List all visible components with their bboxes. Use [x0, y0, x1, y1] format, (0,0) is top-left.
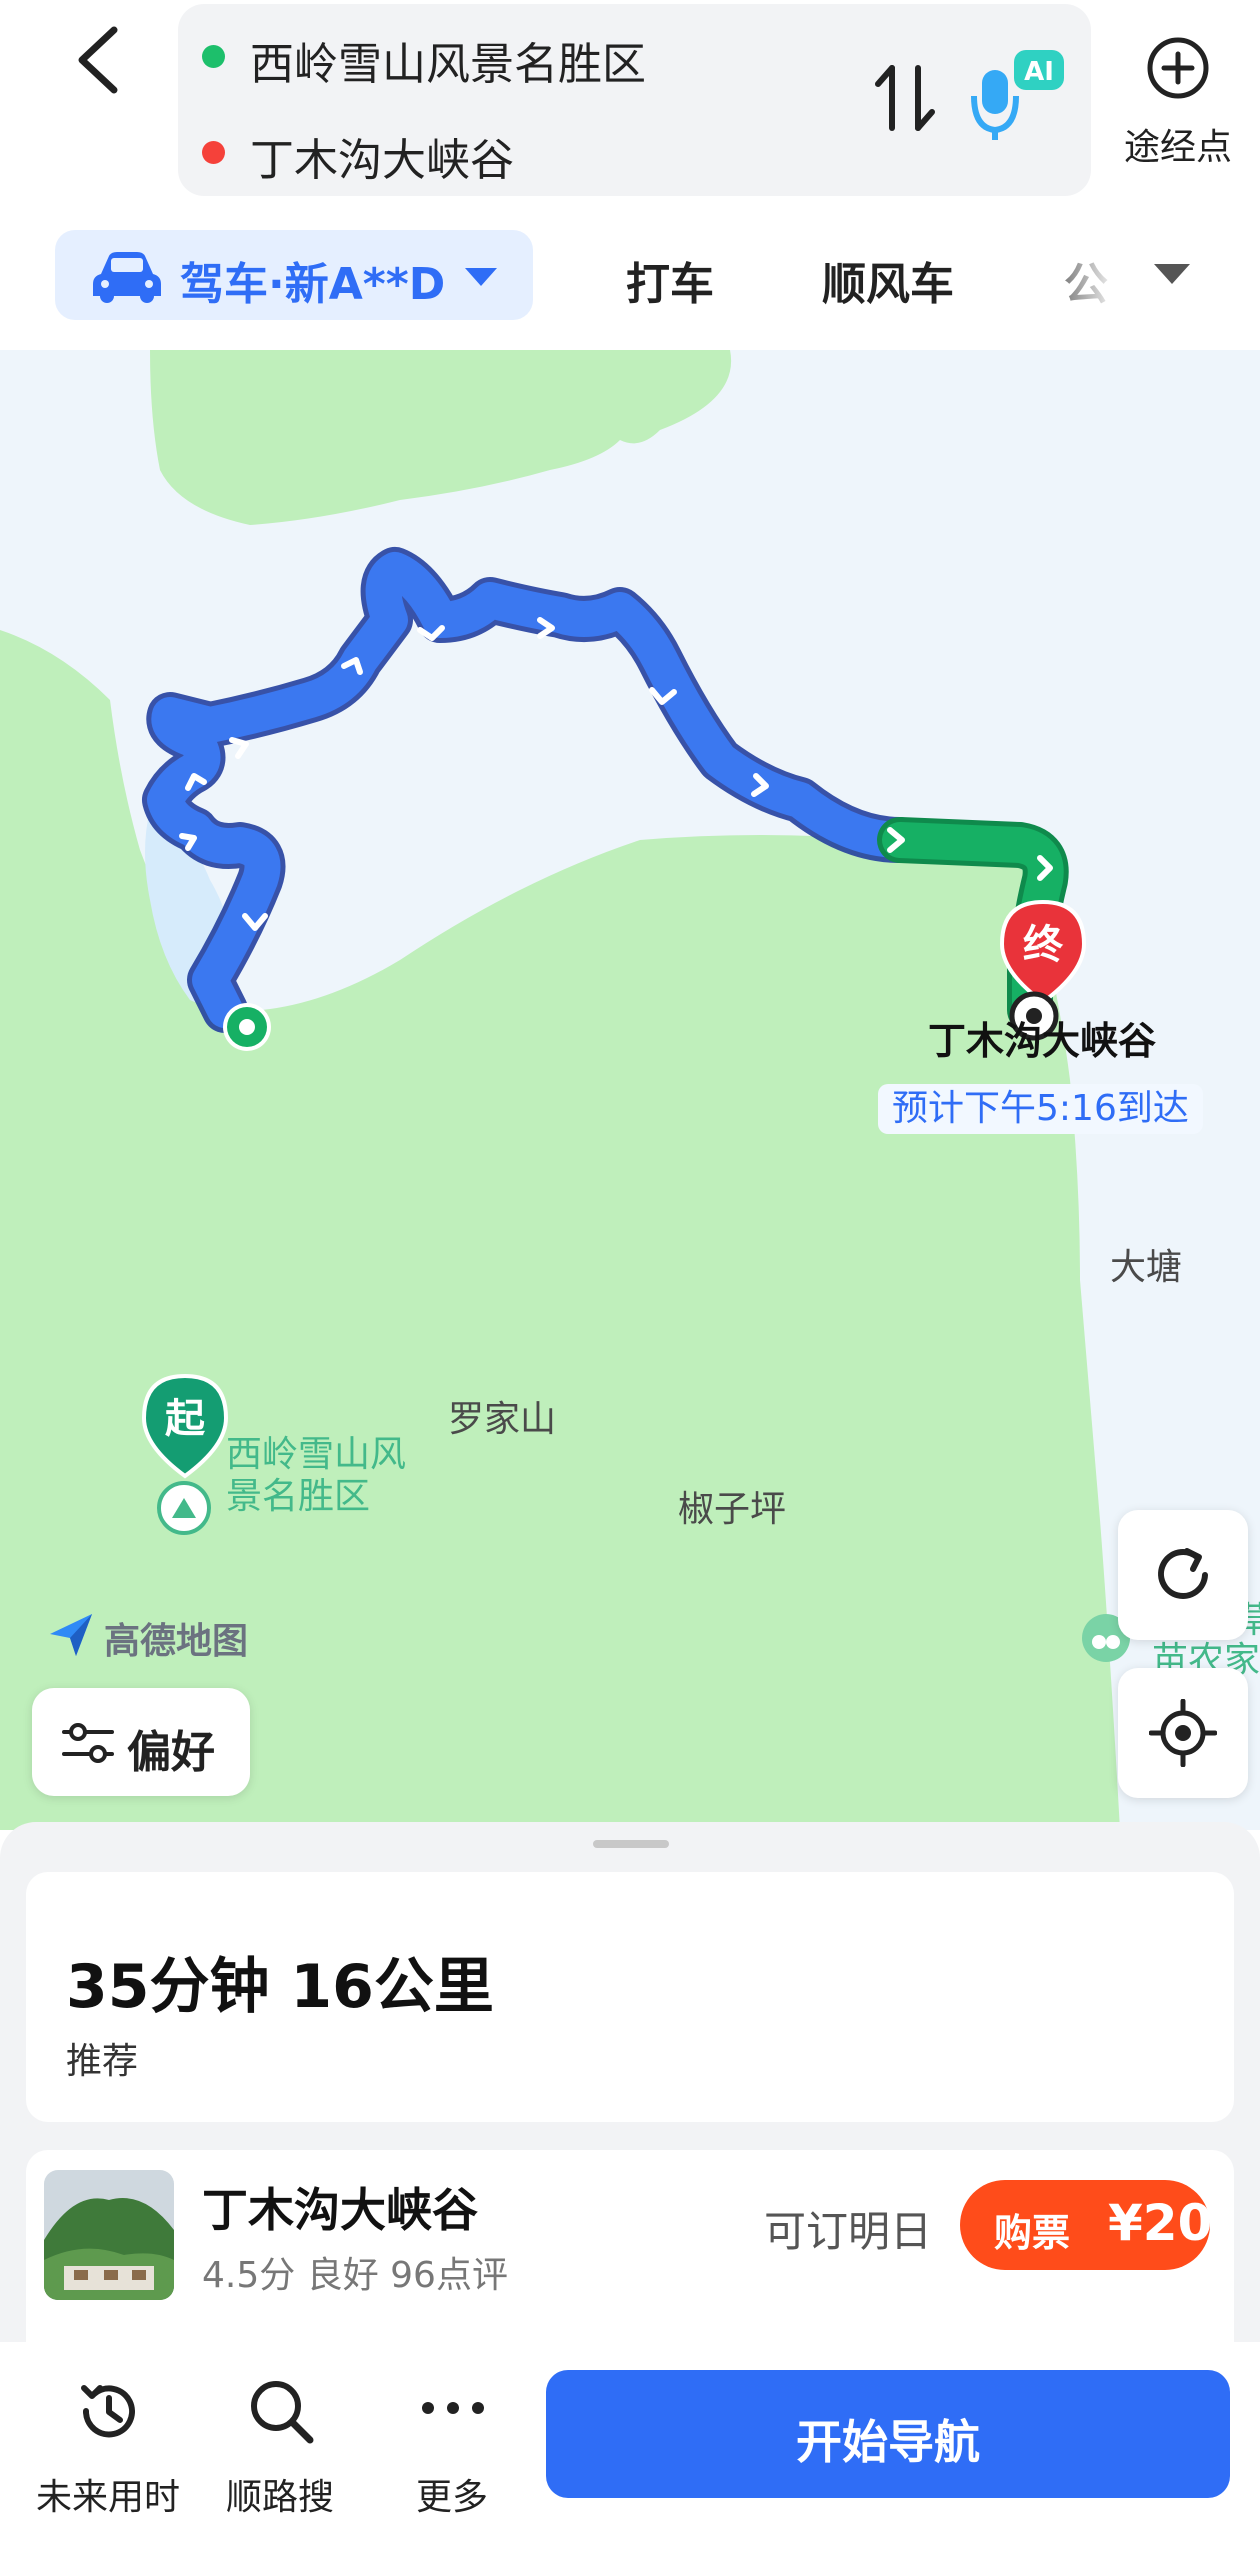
- scenic-spot-icon: [157, 1481, 211, 1535]
- destination-pin-label: 终: [1023, 922, 1064, 968]
- route-time-distance: 35分钟 16公里: [66, 1952, 494, 2022]
- search-icon: [251, 2381, 314, 2444]
- refresh-route-button[interactable]: [1118, 1510, 1248, 1640]
- start-pin-label: 起: [165, 1396, 206, 1442]
- start-navigation-label: 开始导航: [796, 2415, 980, 2469]
- buy-ticket-button[interactable]: 购票 ¥20: [960, 2180, 1213, 2270]
- clock-history-icon: [81, 2385, 135, 2438]
- tab-drive[interactable]: 驾车·新A**D: [55, 230, 533, 320]
- microphone-icon: AI: [971, 50, 1064, 140]
- amap-logo-icon: [50, 1614, 92, 1656]
- search-along-route-button[interactable]: 顺路搜: [200, 2368, 360, 2518]
- route-header: 西岭雪山风景名胜区 丁木沟大峡谷 AI 途经点 驾车·新A**D 打车 顺风车: [0, 0, 1260, 350]
- origin-field[interactable]: 西岭雪山风景名胜区: [250, 28, 646, 92]
- tab-carpool[interactable]: 顺风车: [822, 248, 954, 312]
- sheet-drag-handle[interactable]: [593, 1840, 669, 1848]
- start-pin-icon[interactable]: 起: [140, 1372, 230, 1484]
- future-time-label: 未来用时: [35, 2477, 180, 2518]
- destination-poi-card[interactable]: 丁木沟大峡谷 4.5分 良好 96点评 可订明日 购票 ¥20: [26, 2150, 1234, 2350]
- poi-name: 丁木沟大峡谷: [202, 2183, 478, 2237]
- start-navigation-button[interactable]: 开始导航: [546, 2370, 1230, 2498]
- route-start-dot-icon: [223, 1003, 271, 1051]
- back-button[interactable]: [60, 20, 140, 100]
- locate-me-button[interactable]: [1118, 1668, 1248, 1798]
- poi-booking-note: 可订明日: [764, 2207, 933, 2256]
- car-icon: [93, 252, 161, 303]
- more-label: 更多: [415, 2477, 488, 2518]
- tab-drive-label: 驾车·新A**D: [180, 259, 446, 310]
- bottom-toolbar: 未来用时 顺路搜 更多 开始导航: [0, 2344, 1260, 2554]
- more-modes-caret-icon[interactable]: [1152, 262, 1192, 286]
- future-time-button[interactable]: 未来用时: [28, 2368, 188, 2518]
- route-map[interactable]: 终 丁木沟大峡谷 预计下午5:16到达 大塘 罗家山 椒子坪 起 西岭雪山风 景…: [0, 350, 1260, 1830]
- destination-field[interactable]: 丁木沟大峡谷: [250, 124, 514, 188]
- ticket-price: ¥20: [1108, 2194, 1213, 2252]
- search-along-route-label: 顺路搜: [225, 2477, 334, 2518]
- add-waypoint-button[interactable]: 途经点: [1108, 30, 1248, 170]
- poi-thumbnail: [44, 2170, 174, 2300]
- locate-icon: [1149, 1699, 1217, 1767]
- start-map-label-line1: 西岭雪山风: [226, 1434, 407, 1475]
- tab-fade: [1060, 242, 1120, 312]
- place-label-jiaoziping: 椒子坪: [678, 1489, 787, 1530]
- origin-dot-icon: [202, 45, 225, 68]
- more-dots-icon: [422, 2402, 484, 2414]
- chevron-left-icon: [78, 26, 118, 94]
- place-label-luojiashan: 罗家山: [448, 1399, 557, 1440]
- sliders-icon: [62, 1723, 114, 1763]
- route-bottom-sheet: 35分钟 16公里 推荐 丁木沟大峡谷 4.5分 良好 96点评 可订明日 购票…: [0, 1822, 1260, 2350]
- place-label-datang: 大塘: [1110, 1247, 1183, 1288]
- tab-taxi[interactable]: 打车: [626, 248, 714, 312]
- start-map-label-line2: 景名胜区: [226, 1476, 371, 1517]
- ai-voice-button[interactable]: AI: [970, 44, 1070, 144]
- destination-dot-icon: [202, 141, 225, 164]
- refresh-icon: [1158, 1548, 1208, 1599]
- plus-circle-icon: [1147, 37, 1209, 99]
- eta-label: 预计下午5:16到达: [878, 1084, 1203, 1134]
- route-summary-card[interactable]: 35分钟 16公里 推荐: [26, 1872, 1234, 2122]
- waypoint-label: 途经点: [1123, 127, 1232, 168]
- ai-badge: AI: [1024, 57, 1054, 87]
- swap-route-button[interactable]: [870, 58, 940, 138]
- route-preference-label: 偏好: [127, 1727, 215, 1778]
- amap-watermark: 高德地图: [104, 1621, 249, 1662]
- buy-ticket-label: 购票: [994, 2211, 1071, 2255]
- route-input-box: 西岭雪山风景名胜区 丁木沟大峡谷: [178, 4, 1091, 196]
- poi-rating: 4.5分 良好 96点评: [202, 2255, 508, 2296]
- caret-down-icon: [465, 268, 497, 286]
- destination-map-label: 丁木沟大峡谷: [928, 1019, 1157, 1063]
- more-button[interactable]: 更多: [372, 2368, 532, 2518]
- route-preference-button[interactable]: 偏好: [32, 1688, 250, 1796]
- swap-icon: [875, 65, 935, 131]
- route-tag: 推荐: [66, 2041, 139, 2082]
